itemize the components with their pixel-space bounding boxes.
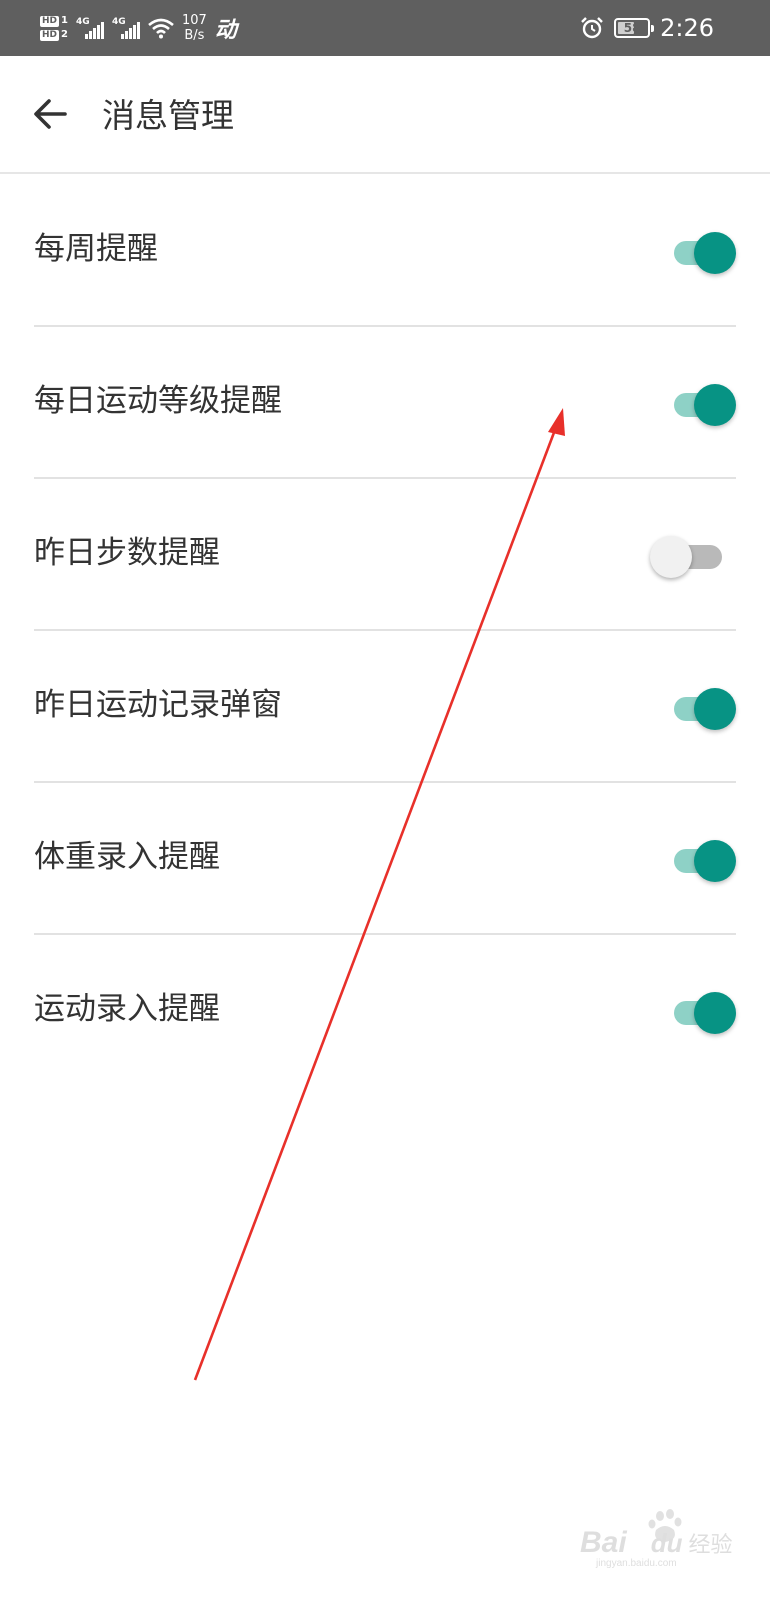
alarm-icon — [581, 17, 603, 39]
sim-indicators: HD 1 HD 2 — [40, 15, 68, 41]
toggle-knob — [694, 840, 736, 882]
watermark-brand-paw: du — [650, 1528, 683, 1558]
toggle-knob — [694, 992, 736, 1034]
watermark-url: jingyan.baidu.com — [596, 1558, 677, 1569]
network-speed-value: 107 — [181, 13, 207, 28]
sim1-hd-icon: HD 1 — [40, 15, 68, 27]
setting-label: 每周提醒 — [34, 231, 158, 267]
yesterday-exercise-popup-toggle[interactable] — [666, 687, 736, 731]
sim2-hd-icon: HD 2 — [40, 29, 68, 41]
status-bar: HD 1 HD 2 4G 4G 107 B/s 动 58 2:26 — [0, 0, 770, 56]
status-time: 2:26 — [660, 14, 714, 42]
weekly-reminder-toggle[interactable] — [666, 231, 736, 275]
signal-1-icon: 4G — [76, 17, 104, 39]
setting-row-weekly-reminder: 每周提醒 — [34, 175, 736, 327]
setting-row-weight-entry-reminder: 体重录入提醒 — [34, 783, 736, 935]
battery-percent: 58 — [623, 21, 641, 35]
toggle-knob — [650, 536, 692, 578]
setting-label: 昨日运动记录弹窗 — [34, 687, 282, 723]
setting-row-yesterday-steps-reminder: 昨日步数提醒 — [34, 479, 736, 631]
signal-2-icon: 4G — [112, 17, 140, 39]
yesterday-steps-reminder-toggle[interactable] — [650, 535, 736, 579]
toggle-knob — [694, 384, 736, 426]
setting-row-yesterday-exercise-popup: 昨日运动记录弹窗 — [34, 631, 736, 783]
back-button[interactable] — [26, 90, 74, 138]
sim1-hd-label: HD — [40, 15, 60, 27]
setting-label: 体重录入提醒 — [34, 839, 220, 875]
page-title: 消息管理 — [102, 96, 234, 135]
toggle-knob — [694, 232, 736, 274]
watermark-brand: Bai — [580, 1526, 627, 1559]
status-bar-right: 58 2:26 — [580, 6, 714, 50]
setting-label: 运动录入提醒 — [34, 991, 220, 1027]
sim1-number: 1 — [61, 15, 68, 26]
app-notification-indicator: 动 — [214, 18, 237, 43]
settings-list: 每周提醒 每日运动等级提醒 昨日步数提醒 昨日运动记录弹窗 体重录入提醒 运动录… — [0, 175, 770, 1087]
setting-label: 每日运动等级提醒 — [34, 383, 282, 419]
exercise-entry-reminder-toggle[interactable] — [666, 991, 736, 1035]
status-bar-left: HD 1 HD 2 4G 4G 107 B/s 动 — [40, 6, 237, 50]
wifi-icon — [148, 18, 174, 39]
baidu-jingyan-watermark: Bai du 经验 jingyan.baidu.com — [572, 1506, 742, 1570]
setting-row-exercise-entry-reminder: 运动录入提醒 — [34, 935, 736, 1087]
arrow-left-icon — [34, 99, 67, 129]
sim2-number: 2 — [61, 29, 68, 40]
setting-row-daily-exercise-level-reminder: 每日运动等级提醒 — [34, 327, 736, 479]
toggle-knob — [694, 688, 736, 730]
battery-icon: 58 — [614, 18, 655, 38]
app-bar: 消息管理 — [0, 56, 770, 174]
screen: HD 1 HD 2 4G 4G 107 B/s 动 58 2:26 消息管理 每… — [0, 0, 770, 1600]
watermark-suffix: 经验 — [688, 1532, 733, 1557]
weight-entry-reminder-toggle[interactable] — [666, 839, 736, 883]
network-speed: 107 B/s — [182, 13, 207, 43]
setting-label: 昨日步数提醒 — [34, 535, 220, 571]
network-speed-unit: B/s — [184, 28, 205, 43]
sim2-hd-label: HD — [40, 29, 60, 41]
daily-exercise-level-reminder-toggle[interactable] — [666, 383, 736, 427]
